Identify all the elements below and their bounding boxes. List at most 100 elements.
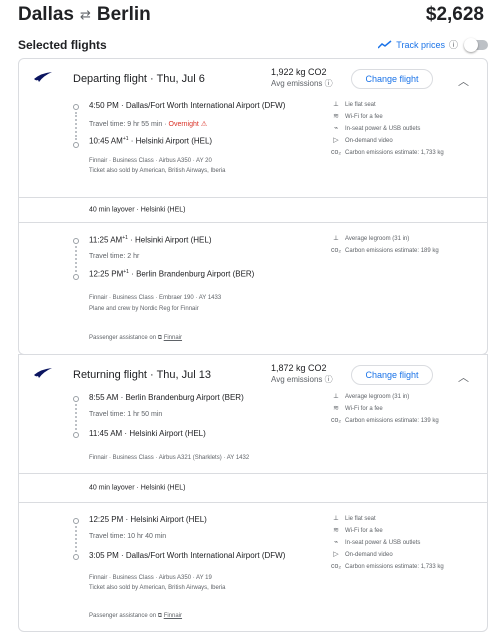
seat-icon: ⟂ bbox=[333, 235, 339, 242]
power-icon: ⌁ bbox=[333, 539, 339, 546]
departing-flight-card: Departing flight · Thu, Jul 6 1,922 kg C… bbox=[18, 58, 488, 355]
timeline bbox=[71, 396, 81, 438]
seat-icon: ⟂ bbox=[333, 101, 339, 108]
timeline-line bbox=[75, 404, 77, 430]
timeline-dot bbox=[73, 396, 79, 402]
amenity-co2: co₂ Carbon emissions estimate: 139 kg bbox=[331, 415, 439, 427]
amenity-lie-flat: ⟂ Lie flat seat bbox=[331, 99, 444, 111]
power-icon: ⌁ bbox=[333, 125, 339, 132]
route-title: Dallas ⇄ Berlin bbox=[18, 4, 151, 26]
arrival-stop: 10:45 AM+1 · Helsinki Airport (HEL) bbox=[89, 136, 213, 146]
flight-meta: Finnair · Business Class · Airbus A350 ·… bbox=[89, 158, 212, 164]
flight-meta: Finnair · Business Class · Airbus A321 (… bbox=[89, 455, 250, 461]
toggle-knob bbox=[464, 37, 478, 52]
flight-meta: Finnair · Business Class · Airbus A350 ·… bbox=[89, 575, 212, 581]
amenity-legroom: ⟂ Average legroom (31 in) bbox=[331, 233, 439, 245]
timeline-line bbox=[75, 526, 77, 552]
co2-value: 1,872 kg CO2 bbox=[271, 363, 327, 373]
departing-segment-2: 11:25 AM+1 · Helsinki Airport (HEL) Trav… bbox=[19, 233, 487, 323]
timeline-line bbox=[75, 246, 77, 272]
finnair-link[interactable]: Finnair bbox=[164, 613, 182, 619]
chevron-up-icon[interactable]: ︿ bbox=[458, 73, 469, 89]
travel-time: Travel time: 1 hr 50 min bbox=[89, 411, 163, 418]
change-flight-button[interactable]: Change flight bbox=[351, 69, 433, 89]
amenity-co2: co₂ Carbon emissions estimate: 1,733 kg bbox=[331, 561, 444, 573]
co2-sub: Avg emissions ⓘ bbox=[271, 79, 333, 88]
wifi-icon: ≋ bbox=[333, 405, 339, 412]
arrival-stop: 11:45 AM · Helsinki Airport (HEL) bbox=[89, 429, 206, 438]
layover-text: 40 min layover · Helsinki (HEL) bbox=[89, 206, 186, 214]
finnair-link[interactable]: Finnair bbox=[164, 335, 182, 341]
co2-icon: co₂ bbox=[331, 417, 342, 424]
arrival-stop: 12:25 PM+1 · Berlin Brandenburg Airport … bbox=[89, 269, 255, 279]
external-link-icon: ⧉ bbox=[157, 335, 163, 341]
amenity-co2: co₂ Carbon emissions estimate: 1,733 kg bbox=[331, 147, 444, 159]
passenger-assistance: Passenger assistance on ⧉ Finnair bbox=[89, 613, 183, 619]
destination-city: Berlin bbox=[96, 4, 151, 25]
amenity-wifi: ≋ Wi-Fi for a fee bbox=[331, 403, 439, 415]
track-prices-toggle[interactable] bbox=[464, 37, 488, 52]
info-icon[interactable]: ⓘ bbox=[325, 79, 333, 88]
returning-co2: 1,872 kg CO2 Avg emissions ⓘ bbox=[271, 363, 333, 385]
amenity-co2: co₂ Carbon emissions estimate: 189 kg bbox=[331, 245, 439, 257]
amenities-list: ⟂ Lie flat seat ≋ Wi-Fi for a fee ⌁ In-seat… bbox=[331, 513, 444, 573]
chevron-up-icon[interactable]: ︿ bbox=[458, 369, 469, 385]
co2-value: 1,922 kg CO2 bbox=[271, 67, 327, 77]
returning-segment-1: 8:55 AM · Berlin Brandenburg Airport (BE… bbox=[19, 391, 487, 471]
travel-time: Travel time: 9 hr 55 min · Overnight ⚠ bbox=[89, 121, 208, 128]
departure-stop: 11:25 AM+1 · Helsinki Airport (HEL) bbox=[89, 235, 212, 245]
travel-time: Travel time: 2 hr bbox=[89, 253, 140, 260]
amenity-lie-flat: ⟂ Lie flat seat bbox=[331, 513, 444, 525]
ticket-sold-by: Ticket also sold by American, British Ai… bbox=[89, 585, 226, 591]
wifi-icon: ≋ bbox=[333, 113, 339, 120]
passenger-assistance: Passenger assistance on ⧉ Finnair bbox=[89, 335, 183, 341]
arrival-stop: 3:05 PM · Dallas/Fort Worth Internationa… bbox=[89, 551, 286, 560]
seat-icon: ⟂ bbox=[333, 393, 339, 400]
overnight-label: Overnight bbox=[168, 121, 199, 128]
timeline bbox=[71, 238, 81, 280]
change-flight-button[interactable]: Change flight bbox=[351, 365, 433, 385]
total-price: $2,628 bbox=[425, 4, 484, 25]
returning-header[interactable]: Returning flight · Thu, Jul 13 1,872 kg … bbox=[19, 355, 487, 395]
trend-icon bbox=[378, 40, 392, 49]
travel-time: Travel time: 10 hr 40 min bbox=[89, 533, 167, 540]
departure-stop: 8:55 AM · Berlin Brandenburg Airport (BE… bbox=[89, 393, 244, 402]
ticket-sold-by: Ticket also sold by American, British Ai… bbox=[89, 168, 226, 174]
timeline-dot bbox=[73, 104, 79, 110]
info-icon[interactable]: ⓘ bbox=[325, 375, 333, 384]
timeline-dot bbox=[73, 432, 79, 438]
layover-text: 40 min layover · Helsinki (HEL) bbox=[89, 484, 186, 492]
info-icon[interactable]: ⓘ bbox=[449, 38, 458, 51]
selected-flights-title: Selected flights bbox=[18, 38, 107, 52]
flight-meta: Finnair · Business Class · Embraer 190 ·… bbox=[89, 295, 222, 301]
external-link-icon: ⧉ bbox=[157, 613, 163, 619]
timeline bbox=[71, 518, 81, 560]
page-header: Dallas ⇄ Berlin $2,628 bbox=[18, 4, 484, 30]
co2-sub: Avg emissions ⓘ bbox=[271, 375, 333, 384]
amenity-legroom: ⟂ Average legroom (31 in) bbox=[331, 391, 439, 403]
finnair-logo-icon bbox=[34, 368, 52, 378]
layover: 40 min layover · Helsinki (HEL) bbox=[19, 473, 487, 503]
swap-arrows-icon: ⇄ bbox=[79, 7, 91, 22]
seat-icon: ⟂ bbox=[333, 515, 339, 522]
co2-icon: co₂ bbox=[331, 149, 342, 156]
amenity-power: ⌁ In-seat power & USB outlets bbox=[331, 123, 444, 135]
co2-icon: co₂ bbox=[331, 563, 342, 570]
departure-stop: 12:25 PM · Helsinki Airport (HEL) bbox=[89, 515, 207, 524]
departure-stop: 4:50 PM · Dallas/Fort Worth Internationa… bbox=[89, 101, 286, 110]
timeline-dot bbox=[73, 518, 79, 524]
track-prices[interactable]: Track prices ⓘ bbox=[378, 37, 488, 52]
departing-co2: 1,922 kg CO2 Avg emissions ⓘ bbox=[271, 67, 333, 89]
timeline-dot bbox=[73, 554, 79, 560]
timeline-dot bbox=[73, 142, 79, 148]
departing-header[interactable]: Departing flight · Thu, Jul 6 1,922 kg C… bbox=[19, 59, 487, 99]
departing-title: Departing flight · Thu, Jul 6 bbox=[73, 73, 205, 85]
amenities-list: ⟂ Average legroom (31 in) co₂ Carbon emiss… bbox=[331, 233, 439, 257]
track-prices-label: Track prices bbox=[396, 39, 445, 50]
layover: 40 min layover · Helsinki (HEL) bbox=[19, 197, 487, 223]
amenity-video: ▷ On-demand video bbox=[331, 549, 444, 561]
wifi-icon: ≋ bbox=[333, 527, 339, 534]
amenities-list: ⟂ Lie flat seat ≋ Wi-Fi for a fee ⌁ In-seat… bbox=[331, 99, 444, 159]
origin-city: Dallas bbox=[18, 4, 74, 25]
timeline-dot bbox=[73, 238, 79, 244]
